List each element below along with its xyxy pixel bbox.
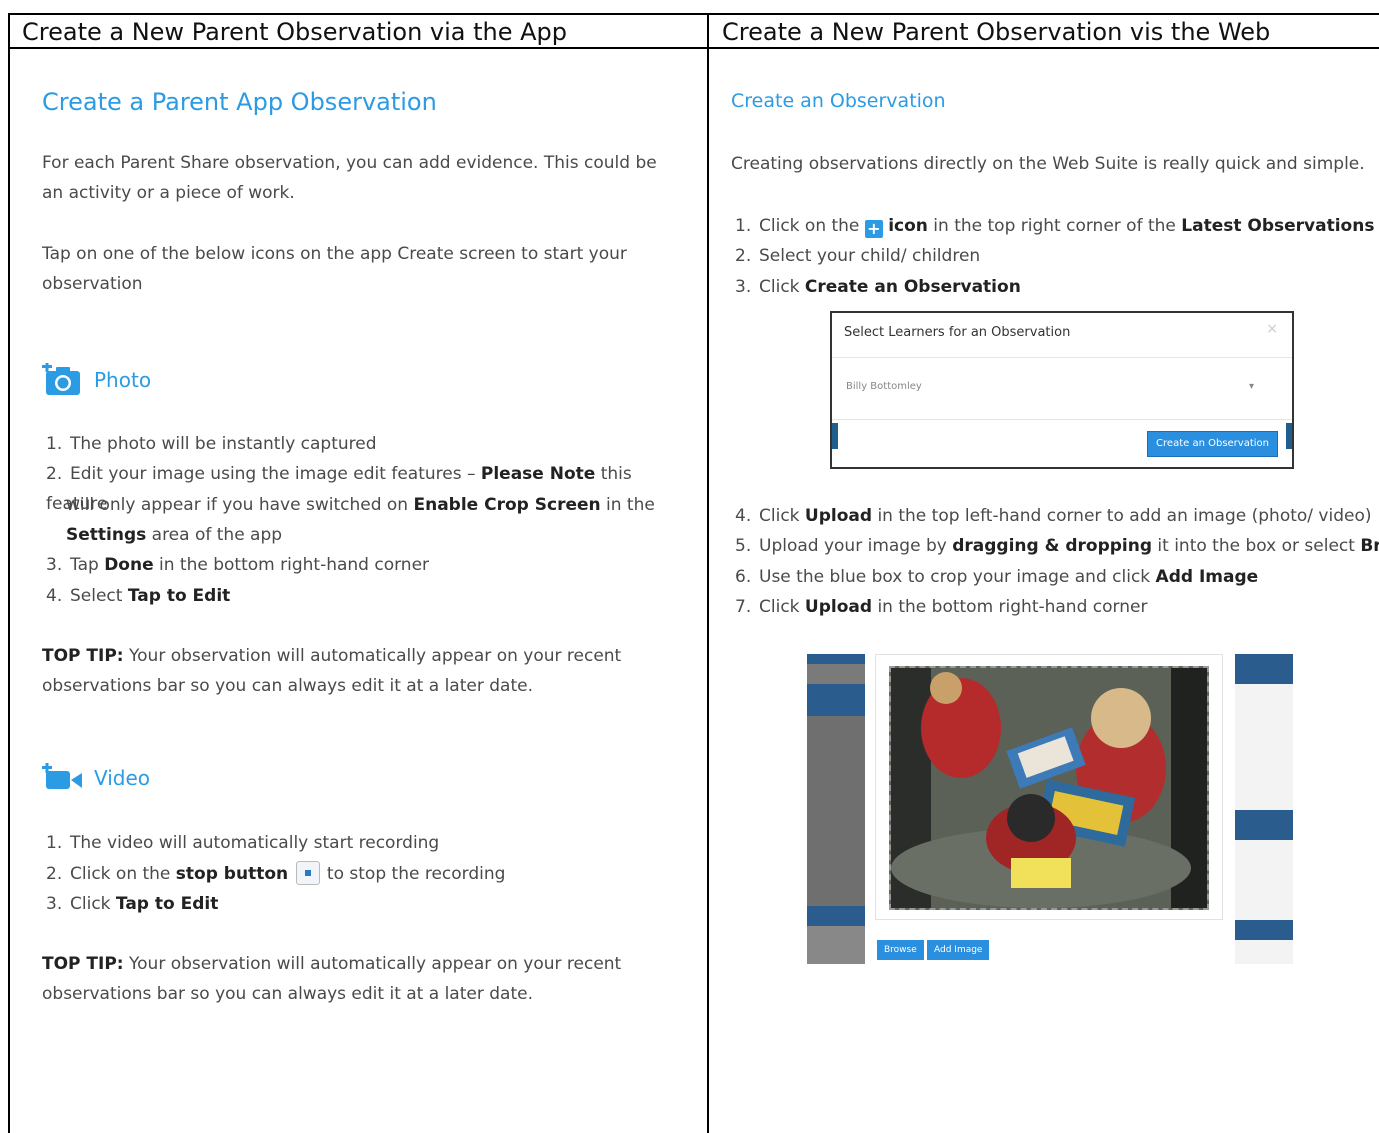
modal-edge-right: [1286, 423, 1292, 449]
modal-divider-2: [832, 419, 1292, 420]
left-intro: For each Parent Share observation, you c…: [42, 153, 657, 203]
photo-top-tip: TOP TIP: Your observation will automatic…: [42, 646, 622, 696]
left-column-header: Create a New Parent Observation via the …: [22, 18, 568, 46]
close-icon: ×: [1266, 321, 1278, 337]
photo-step-2-line-2: will only appear if you have switched on…: [66, 495, 655, 515]
photo-label: Photo: [94, 368, 152, 392]
video-label: Video: [94, 766, 151, 790]
right-title: Create an Observation: [731, 90, 946, 112]
video-step-1: 1. The video will automatically start rec…: [46, 833, 440, 853]
video-top-tip: TOP TIP: Your observation will automatic…: [42, 954, 622, 1004]
left-intro-2: Tap on one of the below icons on the app…: [42, 244, 627, 294]
modal-edge-left: [832, 423, 838, 449]
children-photo-image: [891, 668, 1207, 908]
modal-divider: [832, 357, 1292, 358]
web-step-4: 4. Click Upload in the top left-hand corn…: [735, 506, 1372, 526]
browse-button: Browse: [877, 940, 924, 960]
upload-screenshot: Browse Add Image: [807, 654, 1293, 964]
background-panel-left: [807, 654, 865, 964]
learner-select: Billy Bottomley: [846, 381, 922, 392]
background-panel-right: [1235, 654, 1293, 964]
web-step-6: 6. Use the blue box to crop your image an…: [735, 567, 1259, 587]
right-intro: Creating observations directly on the We…: [731, 154, 1365, 174]
create-observation-button: Create an Observation: [1147, 431, 1278, 457]
right-column-header: Create a New Parent Observation vis the …: [722, 18, 1271, 46]
photo-step-4: 4. Select Tap to Edit: [46, 586, 231, 606]
web-step-2: 2. Select your child/ children: [735, 246, 981, 266]
web-step-3: 3. Click Create an Observation: [735, 277, 1021, 297]
camera-plus-icon: [42, 363, 80, 395]
plus-icon: +: [864, 220, 883, 238]
photo-step-2-line-3: Settings area of the app: [66, 525, 283, 545]
select-learners-modal-screenshot: Select Learners for an Observation × Bil…: [830, 311, 1294, 469]
photo-step-3: 3. Tap Done in the bottom right-hand corn…: [46, 555, 430, 575]
video-step-3: 3. Click Tap to Edit: [46, 894, 219, 914]
photo-step-1: 1. The photo will be instantly captured: [46, 434, 377, 454]
web-step-5: 5. Upload your image by dragging & droppi…: [735, 536, 1379, 556]
web-step-7: 7. Click Upload in the bottom right-hand …: [735, 597, 1148, 617]
column-divider: [707, 13, 709, 1133]
photo-section-title: Photo: [42, 363, 151, 397]
stop-button-icon: [295, 861, 320, 885]
video-section-title: Video: [42, 763, 150, 793]
add-image-button: Add Image: [927, 940, 990, 960]
uploaded-photo: [889, 666, 1209, 910]
chevron-down-icon: ▾: [1248, 381, 1254, 392]
video-plus-icon: [42, 763, 82, 789]
web-step-1: 1. Click on the + icon in the top right c…: [735, 216, 1375, 238]
left-title: Create a Parent App Observation: [42, 88, 437, 116]
modal-title: Select Learners for an Observation: [844, 325, 1071, 340]
video-step-2: 2. Click on the stop button to stop the r…: [46, 859, 505, 889]
